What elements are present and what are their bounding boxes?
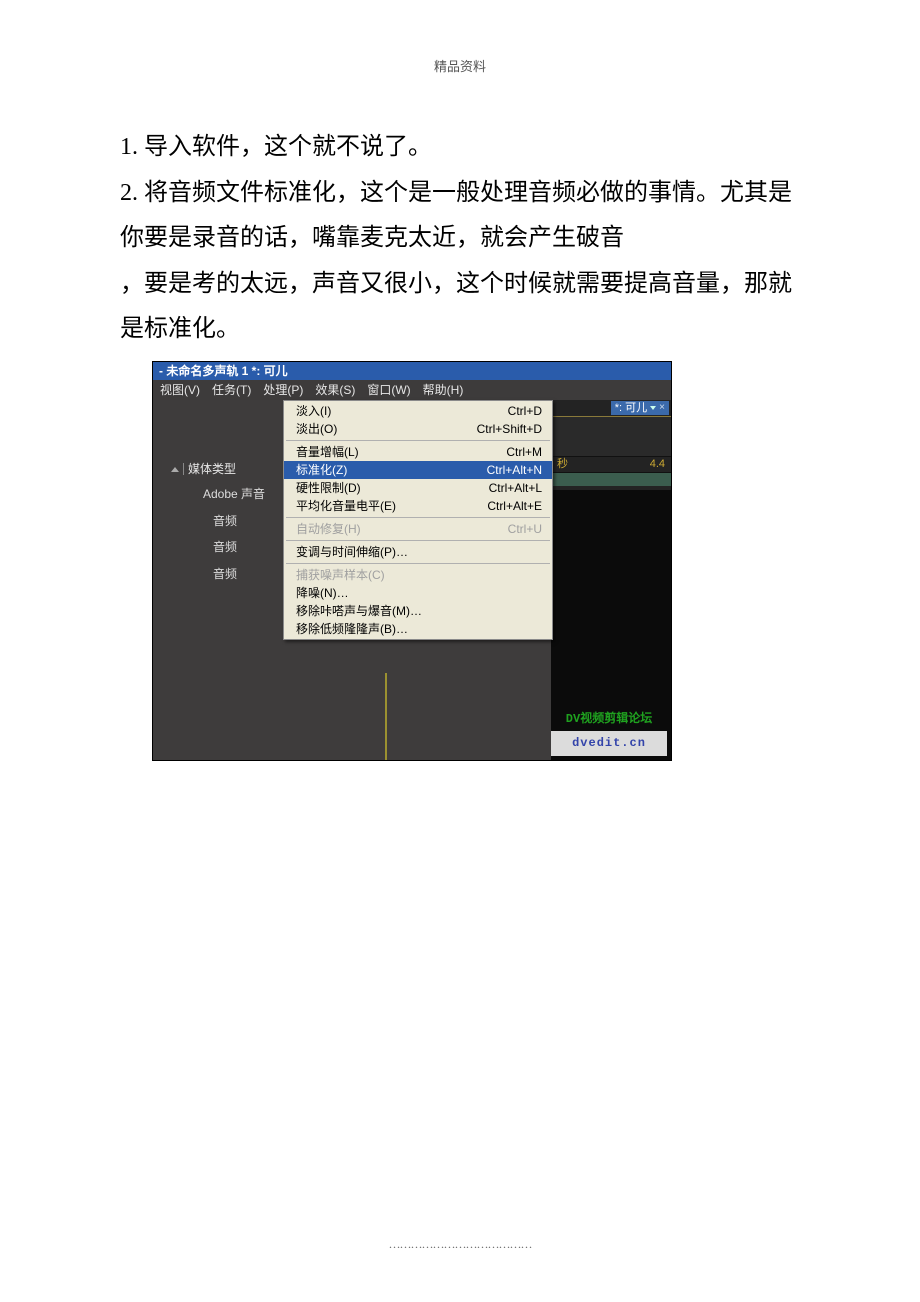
left-panel: 媒体类型 Adobe 声音 音频 音频 音频 <box>153 400 283 760</box>
label: 平均化音量电平(E) <box>296 495 396 518</box>
tab-bar: *: 可儿 × <box>551 400 671 416</box>
label: 移除低频隆隆声(B)… <box>296 618 408 641</box>
watermark-line2: dvedit.cn <box>551 731 667 756</box>
label: 自动修复(H) <box>296 518 361 541</box>
dropdown-icon[interactable] <box>650 406 656 410</box>
menu-item-auto-heal: 自动修复(H) Ctrl+U <box>284 520 552 538</box>
ruler-unit: 秒 <box>557 454 568 475</box>
body-line-2: 2. 将音频文件标准化，这个是一般处理音频必做的事情。尤其是你要是录音的话，嘴靠… <box>120 171 800 262</box>
divider-icon <box>183 463 184 475</box>
media-type-label: 媒体类型 <box>188 458 236 481</box>
media-type-header[interactable]: 媒体类型 <box>153 458 283 481</box>
menu-item-average-level[interactable]: 平均化音量电平(E) Ctrl+Alt+E <box>284 497 552 515</box>
shortcut: Ctrl+Shift+D <box>477 418 542 441</box>
label: 淡出(O) <box>296 418 337 441</box>
shortcut: Ctrl+U <box>508 518 542 541</box>
menu-item-pitch-time[interactable]: 变调与时间伸缩(P)… <box>284 543 552 561</box>
document-body: 1. 导入软件，这个就不说了。 2. 将音频文件标准化，这个是一般处理音频必做的… <box>0 75 920 761</box>
tab-label: *: 可儿 <box>615 401 647 415</box>
menu-task[interactable]: 任务(T) <box>207 378 256 403</box>
menu-help[interactable]: 帮助(H) <box>418 378 469 403</box>
timeline-ruler: 秒 4.4 <box>551 456 671 472</box>
menu-window[interactable]: 窗口(W) <box>362 378 415 403</box>
shortcut: Ctrl+Alt+E <box>487 495 542 518</box>
timeline-panel: *: 可儿 × 秒 4.4 DV视频剪辑论坛 dvedit.cn <box>551 400 671 760</box>
menubar: 视图(V) 任务(T) 处理(P) 效果(S) 窗口(W) 帮助(H) <box>153 380 671 400</box>
menu-item-fade-out[interactable]: 淡出(O) Ctrl+Shift+D <box>284 420 552 438</box>
body-line-1: 1. 导入软件，这个就不说了。 <box>120 125 800 171</box>
media-row-adobe[interactable]: Adobe 声音 <box>153 481 283 508</box>
screenshot-embed: - 未命名多声轨 1 *: 可儿 视图(V) 任务(T) 处理(P) 效果(S)… <box>152 361 672 761</box>
page-footer: ………………………………… <box>0 1237 920 1252</box>
menu-view[interactable]: 视图(V) <box>155 378 205 403</box>
document-tab[interactable]: *: 可儿 × <box>611 401 669 415</box>
ruler-tick: 4.4 <box>650 454 665 475</box>
media-row-audio-3[interactable]: 音频 <box>153 561 283 588</box>
page-header: 精品资料 <box>0 0 920 75</box>
media-row-audio-1[interactable]: 音频 <box>153 508 283 535</box>
timeline-strip <box>551 416 671 456</box>
watermark-line1: DV视频剪辑论坛 <box>551 708 667 731</box>
process-dropdown-menu: 淡入(I) Ctrl+D 淡出(O) Ctrl+Shift+D 音量增幅(L) … <box>283 400 553 640</box>
watermark: DV视频剪辑论坛 dvedit.cn <box>551 708 667 756</box>
body-line-3: ，要是考的太远，声音又很小，这个时候就需要提高音量，那就是标准化。 <box>120 262 800 353</box>
media-row-audio-2[interactable]: 音频 <box>153 534 283 561</box>
close-icon[interactable]: × <box>659 401 665 415</box>
menu-item-remove-rumble[interactable]: 移除低频隆隆声(B)… <box>284 620 552 638</box>
playhead-icon <box>385 673 387 761</box>
label: 变调与时间伸缩(P)… <box>296 541 408 564</box>
sort-up-icon <box>171 467 179 472</box>
